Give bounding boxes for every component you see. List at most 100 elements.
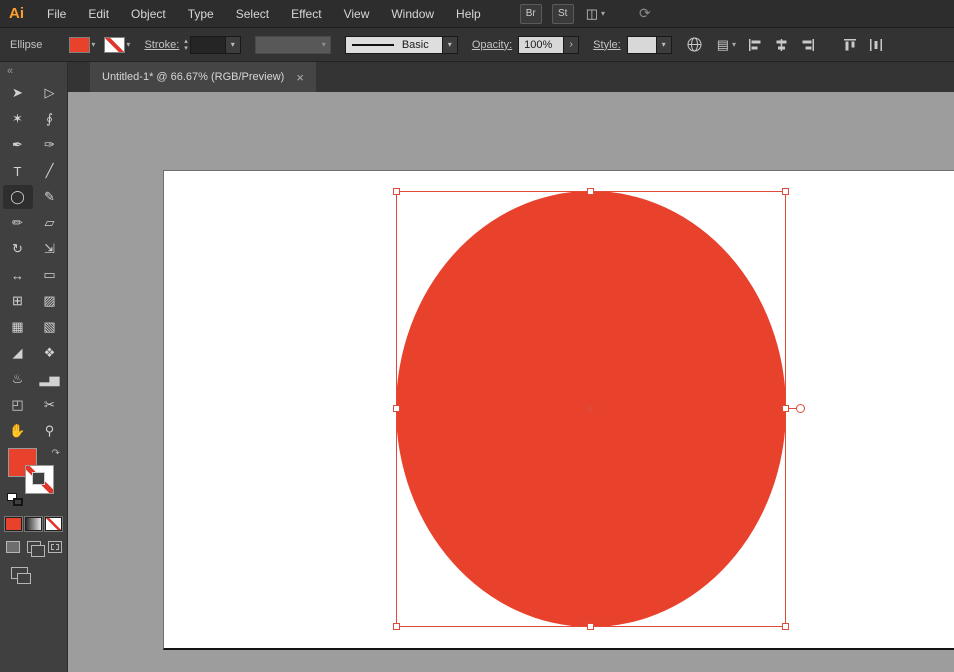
color-mode-buttons bbox=[5, 517, 62, 531]
gradient-button[interactable] bbox=[25, 517, 42, 531]
gradient-tool-button[interactable]: ▧ bbox=[35, 315, 65, 339]
illustrator-window: Ai FileEditObjectTypeSelectEffectViewWin… bbox=[0, 0, 954, 672]
document-info-button[interactable] bbox=[686, 36, 703, 53]
eyedropper-tool-button[interactable]: ◢ bbox=[3, 341, 33, 365]
stroke-weight-stepper[interactable]: ▴ ▾ bbox=[184, 38, 188, 52]
magic-wand-tool-button[interactable]: ✶ bbox=[3, 107, 33, 131]
selection-tool-button[interactable]: ➤ bbox=[3, 81, 33, 105]
selection-handle-nw[interactable] bbox=[393, 188, 400, 195]
style-dropdown[interactable] bbox=[627, 36, 657, 54]
menu-items: FileEditObjectTypeSelectEffectViewWindow… bbox=[36, 0, 492, 28]
draw-inside-icon[interactable] bbox=[48, 541, 62, 553]
stroke-color-control[interactable]: ▾ bbox=[105, 38, 130, 52]
sync-status-icon[interactable]: ⟳ bbox=[639, 5, 651, 22]
default-fill-stroke-icon[interactable] bbox=[7, 493, 25, 507]
menu-type[interactable]: Type bbox=[177, 0, 225, 28]
align-horizontal-right-button[interactable] bbox=[800, 38, 815, 52]
align-horizontal-center-button[interactable] bbox=[774, 38, 789, 52]
symbol-sprayer-tool-button[interactable]: ♨ bbox=[3, 367, 33, 391]
opacity-menu-button[interactable]: › bbox=[564, 36, 579, 54]
chevron-down-icon: ▾ bbox=[601, 9, 605, 18]
menu-window[interactable]: Window bbox=[380, 0, 445, 28]
stroke-color-indicator[interactable] bbox=[26, 466, 53, 493]
transform-widget[interactable] bbox=[796, 404, 805, 413]
menu-file[interactable]: File bbox=[36, 0, 77, 28]
shape-center-point[interactable] bbox=[588, 406, 593, 411]
color-button[interactable] bbox=[5, 517, 22, 531]
collapse-panel-icon[interactable]: « bbox=[0, 62, 12, 77]
swap-fill-stroke-icon[interactable]: ↷ bbox=[52, 448, 60, 459]
curvature-tool-button[interactable]: ✑ bbox=[35, 133, 65, 157]
selection-handle-sw[interactable] bbox=[393, 623, 400, 630]
align-horizontal-left-icon bbox=[748, 38, 763, 52]
hand-tool-button[interactable]: ✋ bbox=[3, 419, 33, 443]
direct-selection-tool-button[interactable]: ▷ bbox=[35, 81, 65, 105]
selection-handle-ne[interactable] bbox=[782, 188, 789, 195]
selection-handle-se[interactable] bbox=[782, 623, 789, 630]
zoom-tool-button[interactable]: ⚲ bbox=[35, 419, 65, 443]
chevron-down-icon: ▾ bbox=[322, 40, 326, 49]
selection-handle-s[interactable] bbox=[587, 623, 594, 630]
brush-definition-control[interactable]: Basic ▾ bbox=[345, 36, 458, 54]
slice-tool-button[interactable]: ✂ bbox=[35, 393, 65, 417]
draw-behind-icon[interactable] bbox=[27, 541, 41, 553]
scale-tool-button[interactable]: ⇲ bbox=[35, 237, 65, 261]
align-horizontal-left-button[interactable] bbox=[748, 38, 763, 52]
artboard-tool-button[interactable]: ◰ bbox=[3, 393, 33, 417]
mesh-tool-button[interactable]: ▦ bbox=[3, 315, 33, 339]
draw-normal-icon[interactable] bbox=[6, 541, 20, 553]
line-segment-tool-button[interactable]: ╱ bbox=[35, 159, 65, 183]
pen-tool-button[interactable]: ✒ bbox=[3, 133, 33, 157]
menu-help[interactable]: Help bbox=[445, 0, 492, 28]
fill-color-control[interactable]: ▾ bbox=[70, 38, 95, 52]
shape-builder-tool-button[interactable]: ⊞ bbox=[3, 289, 33, 313]
menu-view[interactable]: View bbox=[333, 0, 381, 28]
rotate-tool-button[interactable]: ↻ bbox=[3, 237, 33, 261]
menu-select[interactable]: Select bbox=[225, 0, 280, 28]
eraser-tool-button[interactable]: ▱ bbox=[35, 211, 65, 235]
distribute-horizontal-center-button[interactable] bbox=[869, 38, 884, 52]
opacity-panel-link[interactable]: Opacity: bbox=[472, 39, 512, 51]
align-vertical-top-button[interactable] bbox=[843, 38, 858, 52]
align-controls bbox=[748, 38, 884, 52]
zoom-tool-icon: ⚲ bbox=[45, 423, 55, 439]
menu-edit[interactable]: Edit bbox=[77, 0, 120, 28]
slice-tool-icon: ✂ bbox=[44, 397, 55, 413]
paintbrush-tool-button[interactable]: ✎ bbox=[35, 185, 65, 209]
blend-tool-icon: ❖ bbox=[44, 345, 56, 361]
blend-tool-button[interactable]: ❖ bbox=[35, 341, 65, 365]
document-canvas[interactable] bbox=[68, 92, 954, 672]
menubar-button-br[interactable]: Br bbox=[520, 4, 542, 24]
stroke-panel-link[interactable]: Stroke: bbox=[144, 39, 179, 51]
type-tool-button[interactable]: T bbox=[3, 159, 33, 183]
selection-handle-e[interactable] bbox=[782, 405, 789, 412]
pen-tool-icon: ✒ bbox=[12, 137, 23, 153]
column-graph-tool-button[interactable]: ▂▅ bbox=[35, 367, 65, 391]
free-transform-tool-button[interactable]: ▭ bbox=[35, 263, 65, 287]
chevron-down-icon: ▾ bbox=[226, 36, 241, 54]
document-tab[interactable]: Untitled-1* @ 66.67% (RGB/Preview) × bbox=[90, 62, 316, 92]
paintbrush-tool-icon: ✎ bbox=[44, 189, 55, 205]
screen-mode-icon[interactable] bbox=[11, 567, 28, 579]
none-button[interactable] bbox=[45, 517, 62, 531]
pencil-tool-button[interactable]: ✏ bbox=[3, 211, 33, 235]
brush-definition-dropdown[interactable]: Basic bbox=[345, 36, 443, 54]
menu-object[interactable]: Object bbox=[120, 0, 177, 28]
document-setup-button[interactable]: ▤ ▾ bbox=[717, 37, 736, 53]
style-panel-link[interactable]: Style: bbox=[593, 39, 621, 51]
brush-preview-line-icon bbox=[352, 44, 394, 46]
width-tool-button[interactable]: ↔ bbox=[3, 263, 33, 287]
selection-handle-w[interactable] bbox=[393, 405, 400, 412]
selection-handle-n[interactable] bbox=[587, 188, 594, 195]
perspective-grid-tool-button[interactable]: ▨ bbox=[35, 289, 65, 313]
menubar-button-st[interactable]: St bbox=[552, 4, 574, 24]
opacity-input[interactable]: 100% bbox=[518, 36, 564, 54]
menu-effect[interactable]: Effect bbox=[280, 0, 332, 28]
close-icon[interactable]: × bbox=[296, 70, 304, 85]
width-profile-dropdown[interactable]: ▾ bbox=[255, 36, 331, 54]
ellipse-tool-button[interactable]: ◯ bbox=[3, 185, 33, 209]
align-horizontal-center-icon bbox=[774, 38, 789, 52]
stroke-weight-combo[interactable]: ▾ bbox=[190, 36, 241, 54]
workspace-switcher[interactable]: ◫ ▾ bbox=[586, 6, 605, 22]
lasso-tool-button[interactable]: ∮ bbox=[35, 107, 65, 131]
